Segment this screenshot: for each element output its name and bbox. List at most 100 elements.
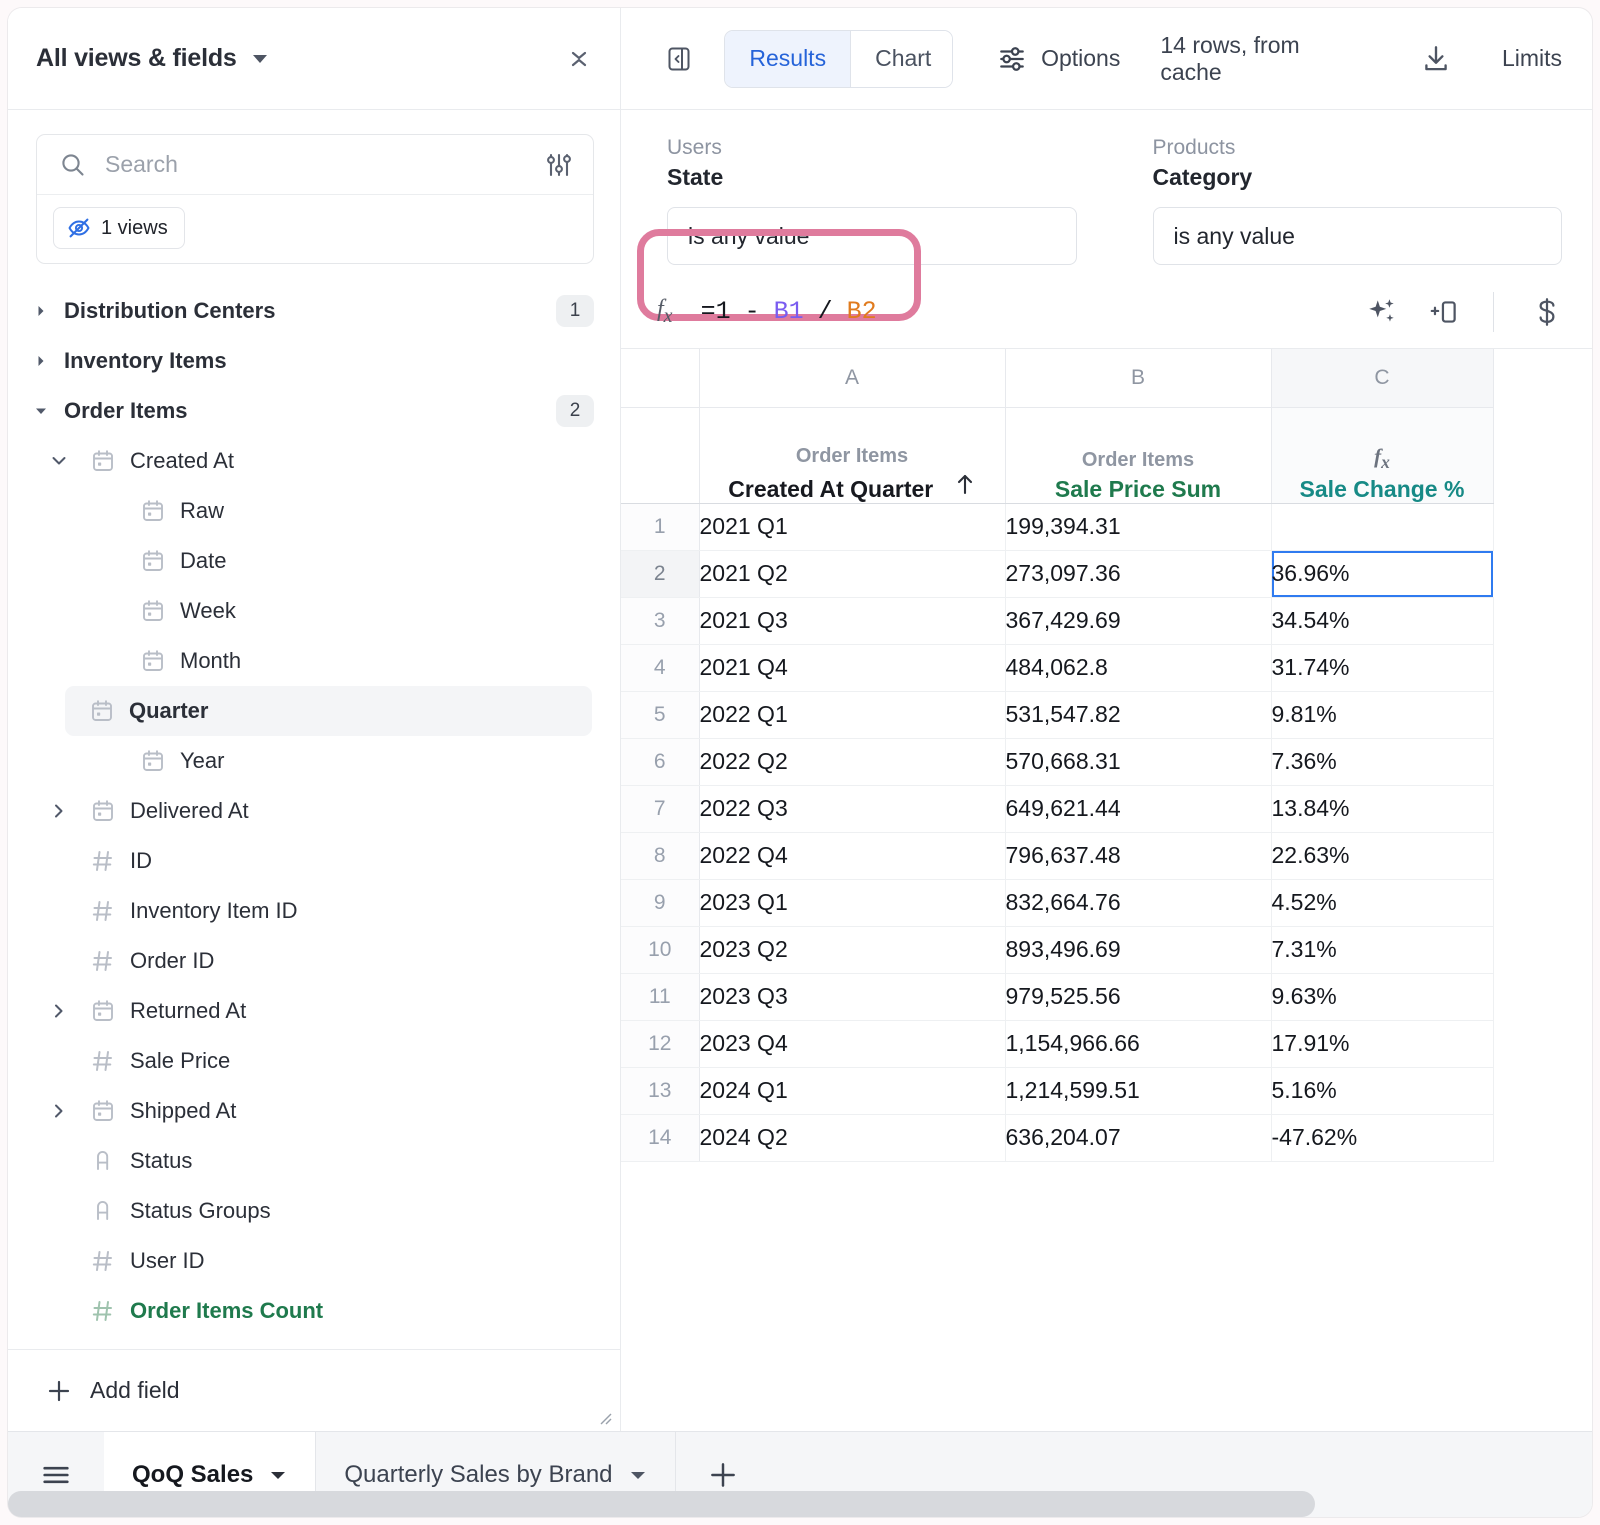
tree-item-status[interactable]: Status	[8, 1136, 620, 1186]
row-number[interactable]: 9	[621, 879, 700, 927]
cell-A14[interactable]: 2024 Q2	[699, 1114, 1006, 1162]
sort-ascending-icon[interactable]	[954, 472, 976, 496]
caret-right-icon[interactable]	[32, 354, 50, 368]
cell-B13[interactable]: 1,214,599.51	[1005, 1067, 1272, 1115]
row-number[interactable]: 8	[621, 832, 700, 880]
add-column-icon[interactable]	[1421, 289, 1467, 335]
cell-C14[interactable]: -47.62%	[1271, 1114, 1494, 1162]
cell-B7[interactable]: 649,621.44	[1005, 785, 1272, 833]
cell-A3[interactable]: 2021 Q3	[699, 597, 1006, 645]
cell-A5[interactable]: 2022 Q1	[699, 691, 1006, 739]
tree-item-created-at-month[interactable]: Month	[8, 636, 620, 686]
table-row[interactable]: 7 2022 Q3 649,621.44 13.84%	[621, 785, 1494, 833]
cell-C5[interactable]: 9.81%	[1271, 691, 1494, 739]
cell-C4[interactable]: 31.74%	[1271, 644, 1494, 692]
cell-A8[interactable]: 2022 Q4	[699, 832, 1006, 880]
row-number[interactable]: 1	[621, 503, 700, 551]
chevron-down-icon[interactable]	[46, 451, 72, 471]
tree-item-returned-at[interactable]: Returned At	[8, 986, 620, 1036]
tree-item-created-at[interactable]: Created At	[8, 436, 620, 486]
tree-item-inventory-items[interactable]: Inventory Items	[8, 336, 620, 386]
column-header-c[interactable]: fx Sale Change %	[1271, 407, 1494, 504]
table-row[interactable]: 14 2024 Q2 636,204.07 -47.62%	[621, 1114, 1494, 1162]
tree-item-inventory-item-id[interactable]: Inventory Item ID	[8, 886, 620, 936]
table-row[interactable]: 3 2021 Q3 367,429.69 34.54%	[621, 597, 1494, 645]
row-number[interactable]: 14	[621, 1114, 700, 1162]
row-number[interactable]: 11	[621, 973, 700, 1021]
views-count-chip[interactable]: 1 views	[53, 207, 185, 249]
cell-B3[interactable]: 367,429.69	[1005, 597, 1272, 645]
cell-A2[interactable]: 2021 Q2	[699, 550, 1006, 598]
table-row[interactable]: 4 2021 Q4 484,062.8 31.74%	[621, 644, 1494, 692]
table-row[interactable]: 10 2023 Q2 893,496.69 7.31%	[621, 926, 1494, 974]
chevron-right-icon[interactable]	[46, 801, 72, 821]
column-letter-c[interactable]: C	[1271, 349, 1494, 408]
cell-C10[interactable]: 7.31%	[1271, 926, 1494, 974]
cell-B10[interactable]: 893,496.69	[1005, 926, 1272, 974]
row-number[interactable]: 3	[621, 597, 700, 645]
filter-value-input[interactable]: is any value	[667, 207, 1077, 265]
cell-A6[interactable]: 2022 Q2	[699, 738, 1006, 786]
table-row[interactable]: 8 2022 Q4 796,637.48 22.63%	[621, 832, 1494, 880]
sparkle-icon[interactable]	[1359, 289, 1405, 335]
cell-C2[interactable]: 36.96%	[1271, 550, 1493, 598]
table-row[interactable]: 5 2022 Q1 531,547.82 9.81%	[621, 691, 1494, 739]
formula-input[interactable]: fx =1 - B1 / B2	[657, 296, 877, 328]
cell-A7[interactable]: 2022 Q3	[699, 785, 1006, 833]
row-number[interactable]: 2	[621, 550, 700, 598]
cell-A1[interactable]: 2021 Q1	[699, 503, 1006, 551]
tab-results[interactable]: Results	[725, 30, 851, 87]
cell-C11[interactable]: 9.63%	[1271, 973, 1494, 1021]
cell-C3[interactable]: 34.54%	[1271, 597, 1494, 645]
row-number[interactable]: 13	[621, 1067, 700, 1115]
scrollbar-thumb[interactable]	[8, 1491, 1315, 1517]
cell-A4[interactable]: 2021 Q4	[699, 644, 1006, 692]
cell-C13[interactable]: 5.16%	[1271, 1067, 1494, 1115]
row-number[interactable]: 4	[621, 644, 700, 692]
table-row[interactable]: 13 2024 Q1 1,214,599.51 5.16%	[621, 1067, 1494, 1115]
cell-C7[interactable]: 13.84%	[1271, 785, 1494, 833]
table-row[interactable]: 6 2022 Q2 570,668.31 7.36%	[621, 738, 1494, 786]
tree-item-id[interactable]: ID	[8, 836, 620, 886]
table-row[interactable]: 11 2023 Q3 979,525.56 9.63%	[621, 973, 1494, 1021]
table-row[interactable]: 1 2021 Q1 199,394.31	[621, 503, 1494, 551]
cell-B8[interactable]: 796,637.48	[1005, 832, 1272, 880]
column-letter-b[interactable]: B	[1005, 349, 1272, 408]
column-header-b[interactable]: Order Items Sale Price Sum	[1005, 407, 1272, 504]
cell-C12[interactable]: 17.91%	[1271, 1020, 1494, 1068]
panel-collapse-icon[interactable]	[657, 37, 700, 81]
column-header-a[interactable]: Order Items Created At Quarter	[699, 407, 1006, 504]
tree-item-delivered-at[interactable]: Delivered At	[8, 786, 620, 836]
tree-item-created-at-date[interactable]: Date	[8, 536, 620, 586]
row-number[interactable]: 5	[621, 691, 700, 739]
cell-B1[interactable]: 199,394.31	[1005, 503, 1272, 551]
cell-C1[interactable]	[1271, 503, 1494, 551]
tree-item-order-items[interactable]: Order Items 2	[8, 386, 620, 436]
collapse-all-icon[interactable]	[564, 44, 594, 74]
row-number[interactable]: 12	[621, 1020, 700, 1068]
filter-value-input[interactable]: is any value	[1152, 207, 1562, 265]
row-number[interactable]: 7	[621, 785, 700, 833]
caret-down-icon[interactable]	[32, 404, 50, 418]
tree-item-created-at-week[interactable]: Week	[8, 586, 620, 636]
cell-B12[interactable]: 1,154,966.66	[1005, 1020, 1272, 1068]
limits-button[interactable]: Limits	[1502, 45, 1562, 72]
cell-B5[interactable]: 531,547.82	[1005, 691, 1272, 739]
row-number[interactable]: 6	[621, 738, 700, 786]
chevron-right-icon[interactable]	[46, 1101, 72, 1121]
dollar-icon[interactable]	[1524, 289, 1570, 335]
cell-B11[interactable]: 979,525.56	[1005, 973, 1272, 1021]
cell-B9[interactable]: 832,664.76	[1005, 879, 1272, 927]
cell-A12[interactable]: 2023 Q4	[699, 1020, 1006, 1068]
table-row[interactable]: 9 2023 Q1 832,664.76 4.52%	[621, 879, 1494, 927]
cell-A10[interactable]: 2023 Q2	[699, 926, 1006, 974]
cell-B6[interactable]: 570,668.31	[1005, 738, 1272, 786]
tree-item-sale-price[interactable]: Sale Price	[8, 1036, 620, 1086]
chevron-down-icon[interactable]	[629, 1469, 647, 1481]
tree-item-distribution-centers[interactable]: Distribution Centers 1	[8, 286, 620, 336]
cell-A9[interactable]: 2023 Q1	[699, 879, 1006, 927]
tree-item-created-at-quarter[interactable]: Quarter	[65, 686, 592, 736]
options-button[interactable]: Options	[997, 44, 1120, 74]
search-input[interactable]	[105, 151, 545, 178]
tree-item-status-groups[interactable]: Status Groups	[8, 1186, 620, 1236]
